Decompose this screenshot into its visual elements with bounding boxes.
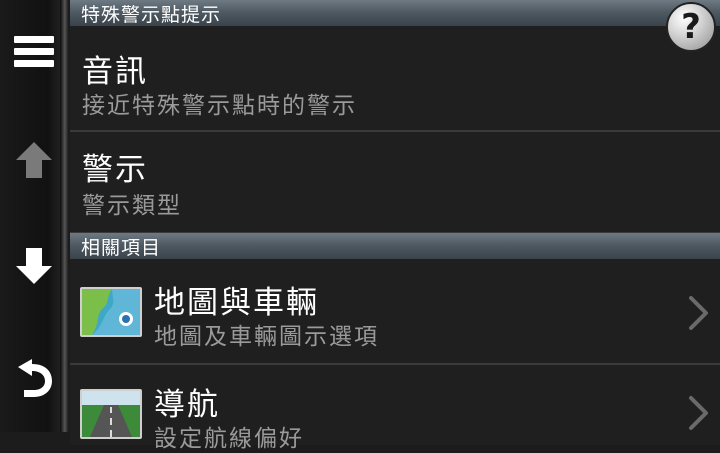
scroll-up-button[interactable] xyxy=(0,120,68,200)
section-header-related: 相關項目 xyxy=(70,233,720,259)
map-icon xyxy=(80,287,142,337)
list-item-alerts[interactable]: 警示 警示類型 xyxy=(70,132,720,234)
help-button[interactable]: ? xyxy=(666,2,716,52)
menu-button[interactable] xyxy=(0,12,68,92)
list-item-title: 音訊 xyxy=(82,54,148,90)
chevron-right-icon xyxy=(689,396,708,430)
list-item-audio[interactable]: 音訊 接近特殊警示點時的警示 xyxy=(70,26,720,132)
list-item-subtitle: 接近特殊警示點時的警示 xyxy=(82,93,357,119)
section-header-label: 相關項目 xyxy=(81,236,162,259)
list-item-title: 警示 xyxy=(82,152,148,188)
arrow-down-icon xyxy=(16,248,52,284)
list-item-map-vehicle[interactable]: 地圖與車輛 地圖及車輛圖示選項 xyxy=(70,259,720,365)
scroll-down-button[interactable] xyxy=(0,226,68,306)
section-header-proximity-alerts: 特殊警示點提示 xyxy=(70,0,720,26)
settings-list: 特殊警示點提示 音訊 接近特殊警示點時的警示 警示 警示類型 相關項目 地圖與車… xyxy=(70,0,720,452)
list-item-title: 地圖與車輛 xyxy=(154,285,319,321)
rail-separator xyxy=(60,0,68,432)
list-item-title: 導航 xyxy=(154,387,220,423)
list-item-subtitle: 設定航線偏好 xyxy=(154,426,304,452)
help-icon: ? xyxy=(681,7,701,47)
menu-icon xyxy=(14,36,54,67)
section-header-label: 特殊警示點提示 xyxy=(81,3,222,26)
list-item-subtitle: 警示類型 xyxy=(82,193,182,219)
list-item-subtitle: 地圖及車輛圖示選項 xyxy=(154,324,379,350)
back-button[interactable] xyxy=(0,338,68,418)
arrow-up-icon xyxy=(16,142,52,178)
left-rail xyxy=(0,0,68,432)
list-item-navigation[interactable]: 導航 設定航線偏好 xyxy=(70,365,720,452)
chevron-right-icon xyxy=(689,296,708,330)
back-icon xyxy=(18,359,52,397)
